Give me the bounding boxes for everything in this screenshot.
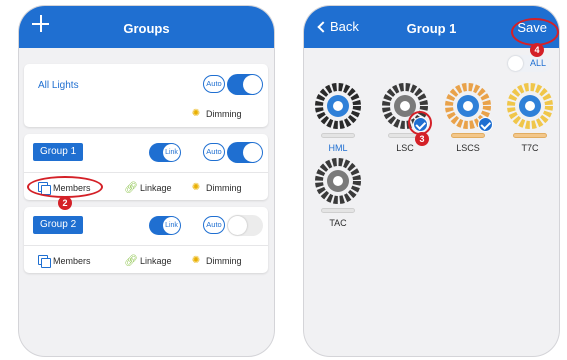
- all-lights-card: All Lights Auto ✺ Dimming: [24, 64, 268, 127]
- all-lights-title: All Lights: [38, 80, 79, 91]
- dimming-label: Dimming: [206, 183, 242, 193]
- bulb-icon: ✺: [191, 182, 201, 193]
- preset-tac[interactable]: TAC: [310, 156, 366, 241]
- members-icon: [38, 255, 51, 268]
- select-all-toggle[interactable]: ALL: [507, 55, 551, 72]
- link-toggle[interactable]: Link: [149, 143, 181, 162]
- group-card-2: Group 2 Link Auto Members 🔗︎ Linkage ✺ D…: [24, 207, 268, 273]
- preset-bar: [451, 133, 485, 138]
- preset-bar: [321, 208, 355, 213]
- preset-hml[interactable]: HML: [310, 81, 366, 166]
- link-toggle[interactable]: Link: [149, 216, 181, 235]
- linkage-label: Linkage: [140, 183, 172, 193]
- auto-badge[interactable]: Auto: [203, 216, 225, 234]
- dial-icon: [507, 83, 553, 129]
- link-icon: 🔗︎: [124, 182, 138, 194]
- linkage-button[interactable]: 🔗︎ Linkage: [124, 255, 172, 267]
- annotation-ring: [511, 18, 559, 46]
- members-button[interactable]: Members: [38, 255, 91, 268]
- preset-name: T7C: [521, 143, 539, 153]
- linkage-button[interactable]: 🔗︎ Linkage: [124, 182, 172, 194]
- groups-screen: Groups All Lights Auto ✺ Dimming Group 1…: [19, 6, 274, 356]
- group-name-chip[interactable]: Group 2: [33, 216, 84, 234]
- step-badge: 2: [58, 196, 72, 210]
- dimming-button[interactable]: ✺ Dimming: [190, 182, 242, 194]
- divider: [24, 172, 268, 173]
- page-title: Groups: [123, 21, 170, 36]
- auto-badge[interactable]: Auto: [203, 75, 225, 93]
- group-members-screen: Back Group 1 Save ALL HML LSC LSCS T7C T…: [304, 6, 559, 356]
- bulb-icon: ✺: [191, 255, 201, 266]
- dial-icon: [315, 158, 361, 204]
- dimming-label: Dimming: [206, 256, 242, 266]
- groups-navbar: Groups: [19, 6, 274, 48]
- preset-name: LSCS: [456, 143, 480, 153]
- linkage-label: Linkage: [140, 256, 172, 266]
- group-name-chip[interactable]: Group 1: [33, 143, 84, 161]
- all-lights-dimming[interactable]: ✺ Dimming: [190, 108, 242, 120]
- bulb-icon: ✺: [191, 108, 201, 119]
- link-label: Link: [163, 144, 180, 161]
- members-label: Members: [53, 255, 91, 266]
- preset-name: TAC: [329, 218, 347, 228]
- group-2-toggle[interactable]: [227, 215, 263, 236]
- group-1-toggle[interactable]: [227, 142, 263, 163]
- link-label: Link: [163, 217, 180, 234]
- preset-name: HML: [328, 143, 348, 153]
- all-label: ALL: [529, 58, 546, 68]
- dial-icon: [315, 83, 361, 129]
- all-lights-toggle[interactable]: [227, 74, 263, 95]
- annotation-ring: [27, 176, 103, 198]
- link-icon: 🔗︎: [124, 255, 138, 267]
- step-badge: 4: [530, 43, 544, 57]
- preset-lscs[interactable]: LSCS: [440, 81, 496, 166]
- preset-bar: [321, 133, 355, 138]
- check-icon: [478, 117, 493, 132]
- dimming-label: Dimming: [206, 109, 242, 119]
- divider: [24, 245, 268, 246]
- preset-t7c[interactable]: T7C: [502, 81, 558, 166]
- dimming-button[interactable]: ✺ Dimming: [190, 255, 242, 267]
- stage: Groups All Lights Auto ✺ Dimming Group 1…: [0, 0, 567, 360]
- step-badge: 3: [415, 132, 429, 146]
- preset-bar: [513, 133, 547, 138]
- auto-badge[interactable]: Auto: [203, 143, 225, 161]
